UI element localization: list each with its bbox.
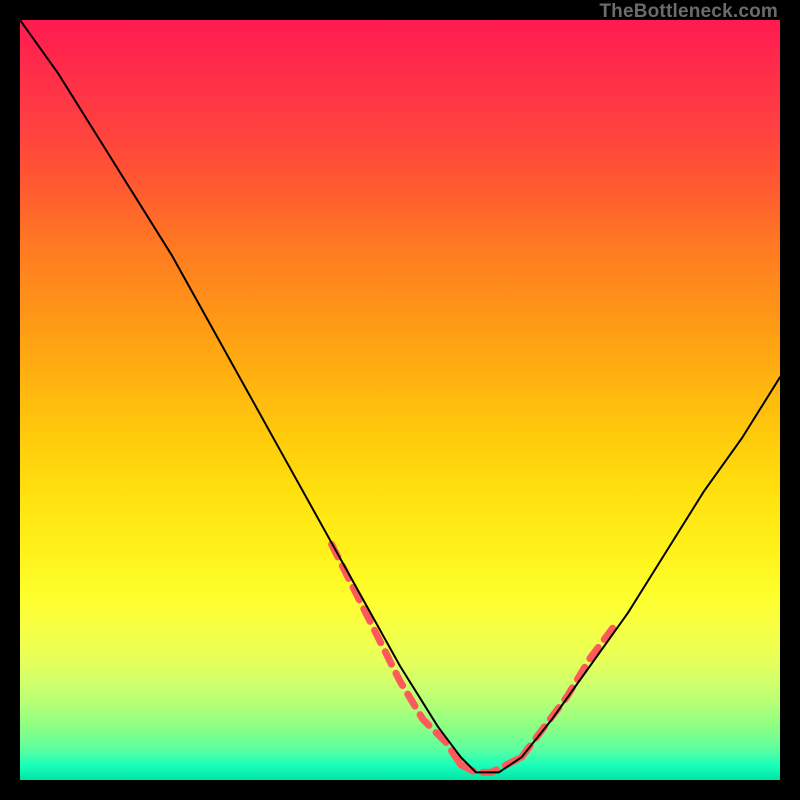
series-highlight-bottom <box>461 757 522 772</box>
series-highlight-right <box>522 628 613 757</box>
series-curve <box>20 20 780 772</box>
chart-svg <box>20 20 780 780</box>
plot-area <box>20 20 780 780</box>
chart-stage: TheBottleneck.com <box>0 0 800 800</box>
